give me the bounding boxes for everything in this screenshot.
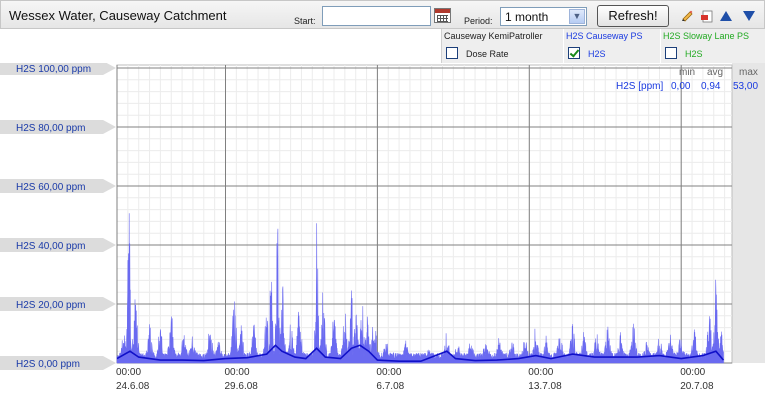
x-tick-date: 6.7.08: [376, 381, 404, 392]
chevron-down-icon[interactable]: ▼: [569, 9, 585, 24]
y-tick-label: H2S 80,00 ppm: [16, 123, 86, 134]
plot-area: [116, 64, 733, 364]
legend-checkbox-h2s-causeway[interactable]: [568, 47, 580, 59]
h2s-chart[interactable]: H2S 0,00 ppm H2S 20,00 ppm H2S 40,00 ppm H2…: [0, 63, 765, 410]
period-select[interactable]: 1 month ▼: [500, 7, 587, 26]
legend-item-causeway-ps: H2S Causeway PS H2S: [563, 29, 659, 63]
period-select-value: 1 month: [505, 10, 549, 24]
header-bar: Wessex Water, Causeway Catchment Start: …: [0, 0, 765, 29]
x-tick-date: 24.6.08: [116, 381, 150, 392]
legend-item-sloway-lane-ps: H2S Sloway Lane PS H2S: [660, 29, 765, 63]
start-date-input[interactable]: [322, 6, 431, 26]
right-gutter: [732, 63, 765, 363]
y-tick-label: H2S 60,00 ppm: [16, 182, 86, 193]
legend-checkbox-h2s-sloway[interactable]: [665, 47, 677, 59]
legend-checkbox-dose-rate[interactable]: [446, 47, 458, 59]
stats-avg-value: 0,94: [701, 81, 721, 92]
x-tick-date: 20.7.08: [680, 381, 714, 392]
refresh-button[interactable]: Refresh!: [597, 5, 669, 27]
legend-item-sub: H2S: [588, 49, 606, 59]
stats-header-min: min: [679, 67, 695, 78]
legend-item-name: H2S Sloway Lane PS: [663, 31, 750, 41]
move-up-icon[interactable]: [719, 9, 733, 23]
x-tick-time: 00:00: [528, 367, 553, 378]
x-tick-time: 00:00: [225, 367, 250, 378]
legend-item-name: Causeway KemiPatroller: [444, 31, 543, 41]
page-title: Wessex Water, Causeway Catchment: [9, 8, 227, 23]
move-down-icon[interactable]: [742, 9, 756, 23]
edit-icon[interactable]: [680, 9, 694, 23]
stats-max-value: 53,00: [733, 81, 758, 92]
y-axis: H2S 0,00 ppm H2S 20,00 ppm H2S 40,00 ppm H2…: [0, 63, 116, 370]
legend-item-sub: Dose Rate: [466, 49, 509, 59]
calendar-icon[interactable]: [434, 8, 451, 23]
export-icon[interactable]: [700, 9, 714, 23]
period-label: Period:: [464, 16, 493, 26]
stats-header-max: max: [739, 67, 758, 78]
start-label: Start:: [294, 16, 316, 26]
x-tick-time: 00:00: [376, 367, 401, 378]
legend-item-name: H2S Causeway PS: [566, 31, 643, 41]
stats-min-value: 0,00: [671, 81, 691, 92]
stats-row-label: H2S [ppm]: [616, 81, 663, 92]
stats-header-avg: avg: [707, 67, 723, 78]
x-tick-time: 00:00: [116, 367, 141, 378]
y-tick-label: H2S 40,00 ppm: [16, 241, 86, 252]
legend-item-kemipatroller: Causeway KemiPatroller Dose Rate: [442, 29, 562, 63]
y-tick-label: H2S 20,00 ppm: [16, 300, 86, 311]
x-axis: 00:00 24.6.08 00:00 29.6.08 00:00 6.7.08 00:00…: [116, 367, 714, 392]
y-tick-label: H2S 100,00 ppm: [16, 64, 91, 75]
y-tick-label: H2S 0,00 ppm: [16, 359, 80, 370]
series-legend: Causeway KemiPatroller Dose Rate H2S Cau…: [441, 29, 765, 63]
legend-item-sub: H2S: [685, 49, 703, 59]
x-tick-time: 00:00: [680, 367, 705, 378]
x-tick-date: 13.7.08: [528, 381, 562, 392]
x-tick-date: 29.6.08: [225, 381, 259, 392]
